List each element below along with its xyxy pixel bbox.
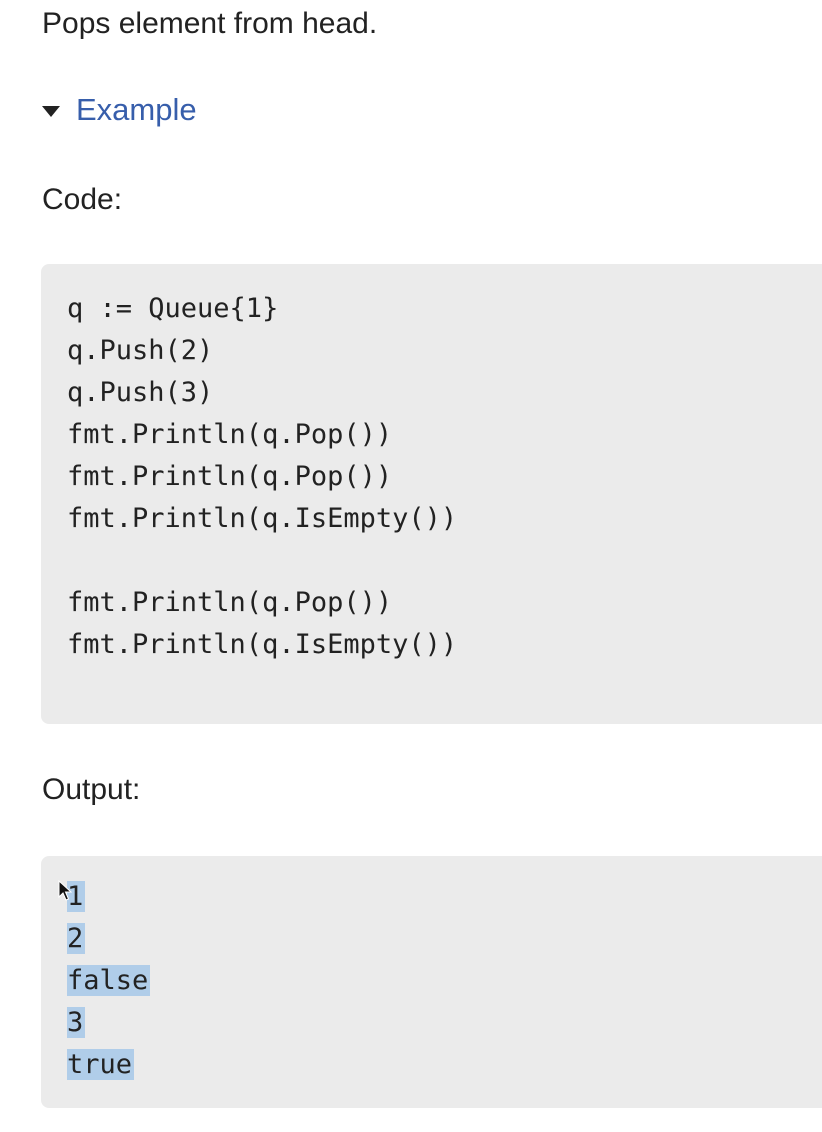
code-line: q.Push(3)	[67, 377, 214, 408]
code-block[interactable]: q := Queue{1} q.Push(2) q.Push(3) fmt.Print…	[41, 264, 822, 724]
example-toggle[interactable]: Example	[42, 90, 197, 130]
code-line: q.Push(2)	[67, 335, 214, 366]
mouse-cursor-icon	[58, 880, 72, 901]
output-line: 3	[67, 1002, 150, 1044]
output-lines: 1 2 false 3 true	[67, 876, 151, 1086]
code-line: fmt.Println(q.Pop())	[67, 419, 393, 450]
output-line: 1	[67, 876, 150, 918]
code-line: fmt.Println(q.IsEmpty())	[67, 503, 458, 534]
caret-down-icon	[42, 105, 60, 117]
output-value: 3	[67, 1007, 86, 1038]
code-lines: q := Queue{1} q.Push(2) q.Push(3) fmt.Print…	[67, 288, 457, 666]
output-value: 2	[67, 923, 86, 954]
method-description: Pops element from head.	[42, 7, 378, 40]
example-label: Example	[76, 92, 197, 127]
code-label: Code:	[42, 183, 123, 216]
output-line: false	[67, 960, 151, 1002]
code-line: fmt.Println(q.IsEmpty())	[67, 629, 458, 660]
output-value: false	[67, 965, 151, 996]
output-label: Output:	[42, 773, 141, 806]
code-line: fmt.Println(q.Pop())	[67, 461, 393, 492]
output-line: true	[67, 1044, 150, 1086]
output-line: 2	[67, 918, 150, 960]
output-value: true	[67, 1049, 135, 1080]
code-line: q := Queue{1}	[67, 293, 279, 324]
output-block[interactable]: 1 2 false 3 true	[41, 856, 822, 1108]
code-line: fmt.Println(q.Pop())	[67, 587, 393, 618]
